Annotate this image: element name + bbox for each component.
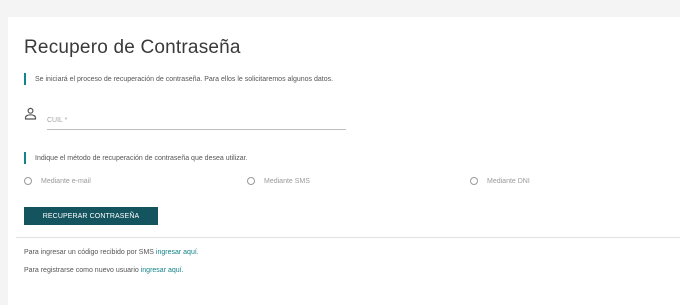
radio-sms-label: Mediante SMS: [264, 177, 310, 185]
method-prompt-text: Indique el método de recuperación de con…: [35, 154, 248, 162]
radio-sms[interactable]: Mediante SMS: [247, 177, 310, 185]
radio-dni-label: Mediante DNI: [487, 177, 530, 185]
page-title: Recupero de Contraseña: [24, 37, 241, 58]
radio-sms-circle[interactable]: [247, 177, 255, 185]
accent-bar: [24, 152, 26, 164]
accent-bar: [24, 73, 26, 85]
method-prompt: Indique el método de recuperación de con…: [24, 152, 247, 164]
radio-email-label: Mediante e-mail: [41, 177, 91, 185]
sms-code-text: Para ingresar un código recibido por SMS: [24, 249, 154, 256]
sms-code-line: Para ingresar un código recibido por SMS…: [24, 249, 199, 256]
person-icon: [24, 107, 37, 120]
register-link[interactable]: ingresar aquí.: [141, 267, 184, 274]
register-line: Para registrarse como nuevo usuario ingr…: [24, 267, 184, 274]
divider: [16, 237, 680, 238]
password-recovery-card: Recupero de Contraseña Se iniciará el pr…: [8, 17, 680, 305]
intro-text: Se iniciará el proceso de recuperación d…: [35, 75, 334, 83]
radio-dni-circle[interactable]: [470, 177, 478, 185]
intro-message: Se iniciará el proceso de recuperación d…: [24, 73, 333, 85]
recover-password-button[interactable]: RECUPERAR CONTRASEÑA: [24, 207, 158, 225]
cuil-field-row: [24, 107, 354, 131]
radio-dni[interactable]: Mediante DNI: [470, 177, 530, 185]
radio-email-circle[interactable]: [24, 177, 32, 185]
sms-code-link[interactable]: ingresar aquí.: [156, 249, 199, 256]
register-text: Para registrarse como nuevo usuario: [24, 267, 139, 274]
cuil-input[interactable]: [47, 111, 346, 130]
radio-email[interactable]: Mediante e-mail: [24, 177, 91, 185]
